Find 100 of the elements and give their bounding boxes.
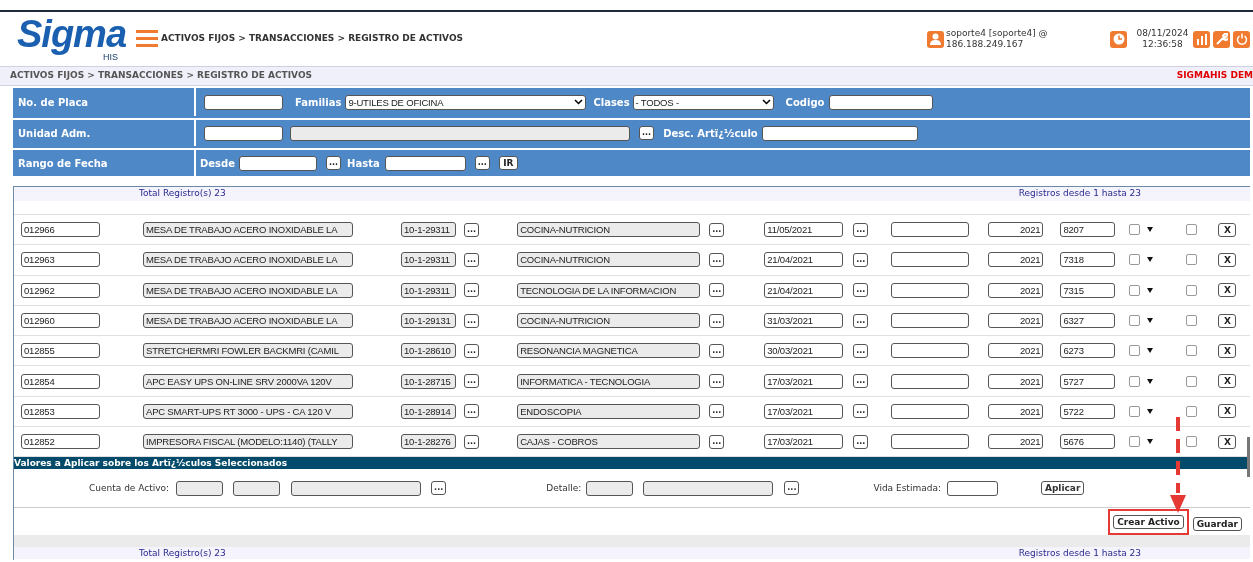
description-field[interactable]: MESA DE TRABAJO ACERO INOXIDABLE LA xyxy=(143,252,353,268)
field-label: Clases xyxy=(593,95,630,110)
description-field[interactable]: MESA DE TRABAJO ACERO INOXIDABLE LA xyxy=(143,313,353,329)
lookup-button[interactable]: ... xyxy=(639,126,655,140)
number-field[interactable]: 6273 xyxy=(1060,343,1116,359)
lookup-button[interactable]: ... xyxy=(464,404,480,419)
description-field[interactable]: STRETCHERMRI FOWLER BACKMRI (CAMIL xyxy=(143,343,353,359)
unit-field[interactable]: COCINA-NUTRICION xyxy=(517,313,701,329)
lookup-button[interactable]: ... xyxy=(464,252,480,267)
delete-button[interactable]: X xyxy=(1218,252,1237,267)
date-field[interactable]: 30/03/2021 xyxy=(764,343,844,359)
lookup-button[interactable]: ... xyxy=(853,404,869,419)
delete-button[interactable]: X xyxy=(1218,374,1237,389)
year-field[interactable]: 2021 xyxy=(988,282,1044,298)
account-field[interactable]: 10-1-28610 xyxy=(401,343,456,359)
lookup-button[interactable]: ... xyxy=(326,156,342,170)
delete-button[interactable]: X xyxy=(1218,313,1237,328)
lookup-button[interactable]: ... xyxy=(464,283,480,298)
class-select[interactable]: - TODOS - xyxy=(632,94,774,110)
unit-field[interactable]: COCINA-NUTRICION xyxy=(517,222,701,238)
unit-field[interactable]: RESONANCIA MAGNETICA xyxy=(517,343,701,359)
lookup-button[interactable]: ... xyxy=(853,252,869,267)
plate-field[interactable]: 012852 xyxy=(21,434,100,450)
description-field[interactable]: IMPRESORA FISCAL (MODELO:1140) (TALLY xyxy=(143,434,353,450)
lookup-button[interactable]: ... xyxy=(709,404,725,419)
plate-field[interactable]: 012854 xyxy=(21,373,100,389)
date-field[interactable]: 17/03/2021 xyxy=(764,373,844,389)
delete-button[interactable]: X xyxy=(1218,222,1237,237)
unit-field[interactable]: COCINA-NUTRICION xyxy=(517,252,701,268)
lookup-button[interactable]: ... xyxy=(464,222,480,237)
description-field[interactable]: APC SMART-UPS RT 3000 - UPS - CA 120 V xyxy=(143,403,353,419)
lookup-button[interactable]: ... xyxy=(784,481,800,496)
year-field[interactable]: 2021 xyxy=(988,252,1044,268)
lookup-button[interactable]: ... xyxy=(709,252,725,267)
date-field[interactable]: 17/03/2021 xyxy=(764,403,844,419)
date-field[interactable]: 17/03/2021 xyxy=(764,434,844,450)
lookup-button[interactable]: ... xyxy=(709,374,725,389)
unit-field[interactable]: CAJAS - COBROS xyxy=(517,434,701,450)
lookup-button[interactable]: ... xyxy=(853,343,869,358)
unit-field[interactable]: ENDOSCOPIA xyxy=(517,403,701,419)
number-field[interactable]: 7318 xyxy=(1060,252,1116,268)
action-button[interactable]: Crear Activo xyxy=(1113,514,1184,529)
lookup-button[interactable]: ... xyxy=(474,156,490,170)
date-field[interactable]: 31/03/2021 xyxy=(764,313,844,329)
lookup-button[interactable]: ... xyxy=(709,283,725,298)
go-button[interactable]: IR xyxy=(498,156,518,170)
account-field[interactable]: 10-1-28914 xyxy=(401,403,456,419)
number-field[interactable]: 5727 xyxy=(1060,373,1116,389)
lookup-button[interactable]: ... xyxy=(431,481,447,496)
number-field[interactable]: 7315 xyxy=(1060,282,1116,298)
plate-field[interactable]: 012853 xyxy=(21,403,100,419)
date-field[interactable]: 21/04/2021 xyxy=(764,282,844,298)
account-field[interactable]: 10-1-29311 xyxy=(401,282,456,298)
lookup-button[interactable]: ... xyxy=(853,313,869,328)
family-select[interactable]: 9-UTILES DE OFICINA xyxy=(345,94,587,110)
plate-field[interactable]: 012960 xyxy=(21,313,100,329)
account-field[interactable]: 10-1-29311 xyxy=(401,222,456,238)
unit-field[interactable]: TECNOLOGIA DE LA INFORMACION xyxy=(517,282,701,298)
year-field[interactable]: 2021 xyxy=(988,434,1044,450)
description-field[interactable]: MESA DE TRABAJO ACERO INOXIDABLE LA xyxy=(143,222,353,238)
lookup-button[interactable]: ... xyxy=(709,434,725,449)
delete-button[interactable]: X xyxy=(1218,434,1237,449)
description-field[interactable]: MESA DE TRABAJO ACERO INOXIDABLE LA xyxy=(143,282,353,298)
number-field[interactable]: 8207 xyxy=(1060,222,1116,238)
delete-button[interactable]: X xyxy=(1218,404,1237,419)
lookup-button[interactable]: ... xyxy=(464,343,480,358)
number-field[interactable]: 5676 xyxy=(1060,434,1116,450)
year-field[interactable]: 2021 xyxy=(988,373,1044,389)
number-field[interactable]: 6327 xyxy=(1060,313,1116,329)
plate-field[interactable]: 012963 xyxy=(21,252,100,268)
lookup-button[interactable]: ... xyxy=(709,343,725,358)
action-button[interactable]: Guardar xyxy=(1192,516,1242,531)
year-field[interactable]: 2021 xyxy=(988,403,1044,419)
year-field[interactable]: 2021 xyxy=(988,343,1044,359)
lookup-button[interactable]: ... xyxy=(853,434,869,449)
account-field[interactable]: 10-1-28715 xyxy=(401,373,456,389)
plate-field[interactable]: 012966 xyxy=(21,222,100,238)
account-field[interactable]: 10-1-28276 xyxy=(401,434,456,450)
lookup-button[interactable]: ... xyxy=(853,222,869,237)
year-field[interactable]: 2021 xyxy=(988,313,1044,329)
account-field[interactable]: 10-1-29131 xyxy=(401,313,456,329)
date-field[interactable]: 21/04/2021 xyxy=(764,252,844,268)
unit-field[interactable]: INFORMATICA - TECNOLOGIA xyxy=(517,373,701,389)
plate-field[interactable]: 012962 xyxy=(21,282,100,298)
plate-field[interactable]: 012855 xyxy=(21,343,100,359)
account-field[interactable]: 10-1-29311 xyxy=(401,252,456,268)
lookup-button[interactable]: ... xyxy=(464,434,480,449)
year-field[interactable]: 2021 xyxy=(988,222,1044,238)
lookup-button[interactable]: ... xyxy=(709,222,725,237)
lookup-button[interactable]: ... xyxy=(709,313,725,328)
description-field[interactable]: APC EASY UPS ON-LINE SRV 2000VA 120V xyxy=(143,373,353,389)
number-field[interactable]: 5722 xyxy=(1060,403,1116,419)
lookup-button[interactable]: ... xyxy=(853,283,869,298)
apply-button[interactable]: Aplicar xyxy=(1040,481,1085,496)
lookup-button[interactable]: ... xyxy=(464,313,480,328)
delete-button[interactable]: X xyxy=(1218,283,1237,298)
delete-button[interactable]: X xyxy=(1218,343,1237,358)
lookup-button[interactable]: ... xyxy=(464,374,480,389)
lookup-button[interactable]: ... xyxy=(853,374,869,389)
date-field[interactable]: 11/05/2021 xyxy=(764,222,844,238)
